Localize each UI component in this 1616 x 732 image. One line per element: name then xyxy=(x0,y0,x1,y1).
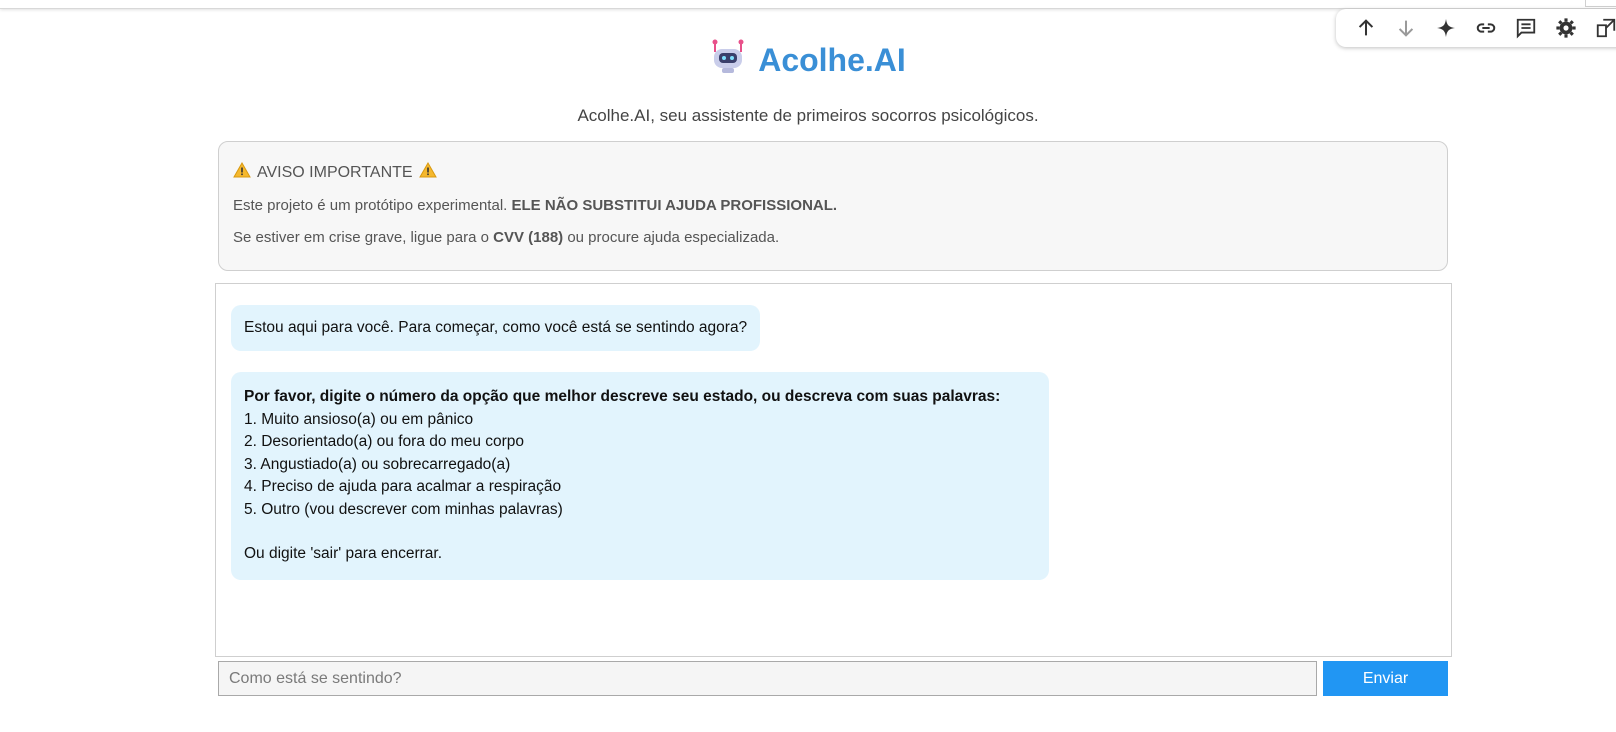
bot-message-options: Por favor, digite o número da opção que … xyxy=(231,372,1049,580)
bot-message: Estou aqui para você. Para começar, como… xyxy=(231,305,761,351)
corner-box xyxy=(1585,0,1616,7)
title-text: Acolhe.AI xyxy=(758,41,906,78)
chat-history[interactable]: Estou aqui para você. Para começar, como… xyxy=(215,283,1452,657)
notice-line1-bold: ELE NÃO SUBSTITUI AJUDA PROFISSIONAL. xyxy=(511,197,838,214)
options-lead: Por favor, digite o número da opção que … xyxy=(244,388,1001,405)
notice-title-text: AVISO IMPORTANTE xyxy=(257,163,413,181)
option-item: 2. Desorientado(a) ou fora do meu corpo xyxy=(244,433,525,450)
notice-line-crisis: Se estiver em crise grave, ligue para o … xyxy=(233,229,1433,246)
warning-icon xyxy=(418,161,437,183)
notice-line2-end: ou procure ajuda especializada. xyxy=(563,229,780,246)
options-closing: Ou digite 'sair' para encerrar. xyxy=(244,545,443,562)
bot-message-text: Estou aqui para você. Para começar, como… xyxy=(244,319,748,336)
app-header: Acolhe.AI xyxy=(0,38,1616,82)
notice-line2-text: Se estiver em crise grave, ligue para o xyxy=(233,229,494,246)
notice-line2-bold: CVV (188) xyxy=(493,229,564,246)
option-item: 3. Angustiado(a) ou sobrecarregado(a) xyxy=(244,455,511,473)
message-input[interactable] xyxy=(218,661,1317,696)
send-button[interactable]: Enviar xyxy=(1323,661,1448,696)
browser-top-edge xyxy=(0,0,1616,9)
option-item: 5. Outro (vou descrever com minhas palav… xyxy=(244,500,563,518)
notice-line1-text: Este projeto é um protótipo experimental… xyxy=(233,197,512,214)
page-title: Acolhe.AI xyxy=(710,38,906,82)
robot-icon xyxy=(710,38,746,82)
message-input-row: Enviar xyxy=(218,661,1448,696)
notice-line-disclaimer: Este projeto é um protótipo experimental… xyxy=(233,197,1433,214)
notice-title: AVISO IMPORTANTE xyxy=(233,161,1433,183)
option-item: 4. Preciso de ajuda para acalmar a respi… xyxy=(244,478,562,495)
warning-notice: AVISO IMPORTANTE Este projeto é um protó… xyxy=(218,141,1448,271)
warning-icon xyxy=(233,161,251,183)
subtitle: Acolhe.AI, seu assistente de primeiros s… xyxy=(577,106,1039,125)
option-item: 1. Muito ansioso(a) ou em pânico xyxy=(244,410,474,428)
